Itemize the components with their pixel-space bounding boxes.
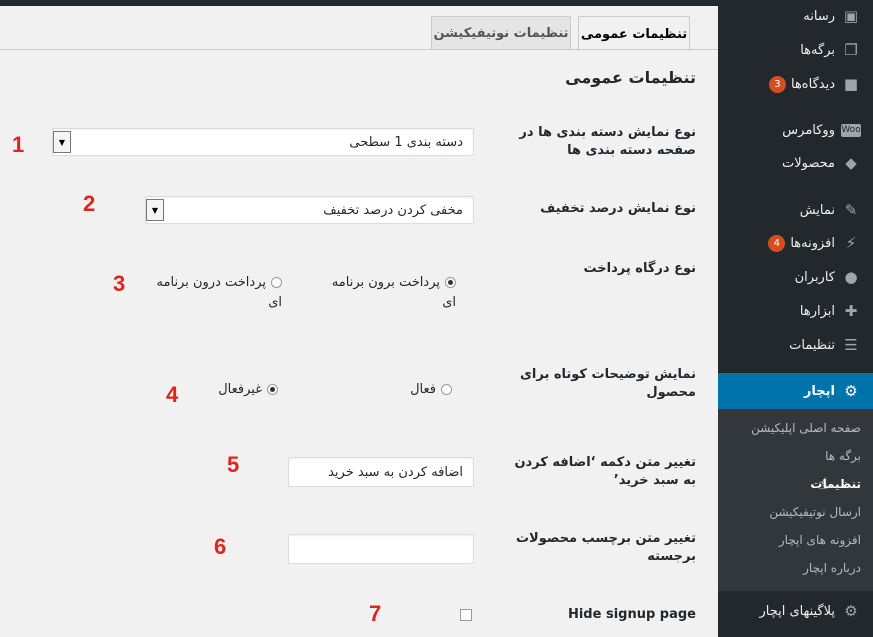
submenu-appchar-plugins[interactable]: افزونه های اپچار — [718, 526, 873, 554]
media-icon: ▣ — [843, 7, 859, 25]
featured-label-text-label: تغییر متن برچسب محصولات برجسته — [515, 531, 696, 564]
radio-unselected[interactable] — [271, 277, 282, 288]
sidebar-item-plugins[interactable]: ⚡ افزونه‌ها 4 — [718, 226, 873, 260]
payment-gateway-label: نوع درگاه پرداخت — [583, 261, 696, 276]
submenu-settings[interactable]: تنظیمات ☝ — [718, 470, 873, 498]
payment-option-external-label: پرداخت برون برنامه ای — [331, 275, 456, 310]
main-content: تنظیمات عمومی تنظیمات نوتیفیکیشن تنظیمات… — [0, 0, 718, 637]
submenu-label: صفحه اصلی اپلیکیشن — [751, 421, 861, 435]
chevron-down-icon[interactable]: ▼ — [53, 131, 71, 153]
plugins-count-badge: 4 — [768, 234, 786, 252]
sidebar-item-label: اپچار — [803, 383, 835, 399]
submenu-label: برگه ها — [825, 449, 861, 463]
short-description-label: نمایش توضیحات کوتاه برای محصول — [519, 367, 696, 400]
appchar-submenu: صفحه اصلی اپلیکیشن برگه ها تنظیمات ☝ ارسا… — [718, 409, 873, 591]
short-description-off-label: غیرفعال — [218, 382, 262, 397]
add-to-cart-text-label: تغییر متن دکمه ‘اضافه کردن به سبد خرید’ — [514, 455, 696, 488]
sidebar-item-settings[interactable]: ☰ تنظیمات — [718, 328, 873, 362]
add-to-cart-text-value: اضافه کردن به سبد خرید — [328, 464, 463, 480]
radio-unselected[interactable] — [441, 384, 452, 395]
payment-option-internal-label: پرداخت درون برنامه ای — [156, 275, 282, 310]
tab-divider — [0, 49, 718, 50]
payment-option-internal[interactable]: پرداخت درون برنامه ای — [152, 273, 282, 313]
submenu-about[interactable]: درباره اپچار — [718, 554, 873, 582]
featured-label-text-input[interactable] — [288, 534, 474, 564]
tab-general-settings[interactable]: تنظیمات عمومی — [578, 16, 690, 51]
page-title: تنظیمات عمومی — [565, 68, 696, 87]
submenu-label: ارسال نوتیفیکیشن — [769, 505, 861, 519]
radio-selected[interactable] — [445, 277, 456, 288]
category-display-select[interactable]: دسته بندی 1 سطحی ▼ — [52, 128, 474, 156]
short-description-on[interactable]: فعال — [410, 380, 452, 400]
discount-display-label: نوع نمایش درصد تخفیف — [540, 201, 696, 216]
submenu-label: درباره اپچار — [803, 561, 861, 575]
appearance-icon: ✎ — [844, 201, 858, 219]
sidebar-item-comments[interactable]: ■ دیدگاه‌ها 3 — [718, 67, 873, 101]
payment-option-external[interactable]: پرداخت برون برنامه ای — [326, 273, 456, 313]
annotation-7: 7 — [369, 601, 382, 626]
sidebar-item-appchar-plugins[interactable]: ⚙ پلاگینهای اپچار — [718, 594, 873, 628]
annotation-5: 5 — [227, 452, 240, 477]
category-display-label: نوع نمایش دسته بندی ها در صفحه دسته بندی… — [519, 125, 696, 158]
radio-selected[interactable] — [267, 384, 278, 395]
short-description-off[interactable]: غیرفعال — [218, 380, 278, 400]
comments-count-badge: 3 — [768, 75, 786, 93]
short-description-on-label: فعال — [410, 382, 436, 397]
sidebar-item-appchar[interactable]: ⚙ اپچار — [710, 373, 873, 409]
submenu-pages[interactable]: برگه ها — [718, 442, 873, 470]
sidebar-item-label: ابزارها — [799, 303, 835, 319]
tools-icon: ✚ — [844, 302, 858, 320]
sidebar-item-label: برگه‌ها — [800, 42, 835, 58]
admin-sidebar: ▣ رسانه ❐ برگه‌ها ■ دیدگاه‌ها 3 Woo ووکامرس ◆… — [710, 0, 873, 637]
sidebar-item-products[interactable]: ◆ محصولات — [718, 146, 873, 180]
sidebar-item-appearance[interactable]: ✎ نمایش — [718, 193, 873, 227]
sidebar-item-label: محصولات — [782, 155, 835, 171]
annotation-1: 1 — [12, 132, 25, 157]
submenu-send-notification[interactable]: ارسال نوتیفیکیشن — [718, 498, 873, 526]
products-icon: ◆ — [845, 154, 857, 172]
sidebar-item-label: افزونه‌ها — [790, 235, 835, 251]
gear-icon: ⚙ — [844, 602, 858, 620]
add-to-cart-text-input[interactable]: اضافه کردن به سبد خرید — [288, 457, 474, 487]
discount-display-value: مخفی کردن درصد تخفیف — [323, 202, 463, 218]
gear-icon: ⚙ — [844, 382, 858, 400]
sidebar-item-label: رسانه — [803, 8, 835, 24]
sidebar-item-label: نمایش — [799, 202, 835, 218]
submenu-label: افزونه های اپچار — [778, 533, 861, 547]
hide-signup-checkbox[interactable] — [460, 609, 472, 621]
annotation-6: 6 — [214, 534, 227, 559]
sidebar-item-pages[interactable]: ❐ برگه‌ها — [718, 33, 873, 67]
sidebar-item-label: دیدگاه‌ها — [790, 76, 835, 92]
sidebar-item-tools[interactable]: ✚ ابزارها — [718, 294, 873, 328]
hand-cursor-icon: ☝ — [818, 474, 828, 493]
sidebar-item-users[interactable]: ● کاربران — [718, 260, 873, 294]
annotation-4: 4 — [166, 382, 179, 407]
woocommerce-icon: Woo — [841, 123, 861, 137]
hide-signup-label: Hide signup page — [567, 607, 696, 622]
chevron-down-icon[interactable]: ▼ — [146, 199, 164, 221]
plugins-icon: ⚡ — [845, 234, 857, 252]
sidebar-item-label: کاربران — [794, 269, 835, 285]
comments-icon: ■ — [843, 75, 859, 93]
sidebar-item-label: ووکامرس — [782, 122, 835, 138]
sidebar-item-label: تنظیمات — [789, 337, 835, 353]
sidebar-item-media[interactable]: ▣ رسانه — [718, 0, 873, 32]
users-icon: ● — [844, 268, 858, 286]
category-display-value: دسته بندی 1 سطحی — [349, 134, 463, 150]
sidebar-item-label: پلاگینهای اپچار — [759, 603, 835, 619]
tab-notification-settings[interactable]: تنظیمات نوتیفیکیشن — [431, 16, 571, 50]
annotation-2: 2 — [83, 191, 96, 216]
annotation-3: 3 — [113, 271, 126, 296]
discount-display-select[interactable]: مخفی کردن درصد تخفیف ▼ — [145, 196, 474, 224]
settings-icon: ☰ — [844, 336, 858, 354]
sidebar-item-woocommerce[interactable]: Woo ووکامرس — [718, 113, 873, 147]
pages-icon: ❐ — [844, 41, 858, 59]
submenu-app-home[interactable]: صفحه اصلی اپلیکیشن — [718, 414, 873, 442]
